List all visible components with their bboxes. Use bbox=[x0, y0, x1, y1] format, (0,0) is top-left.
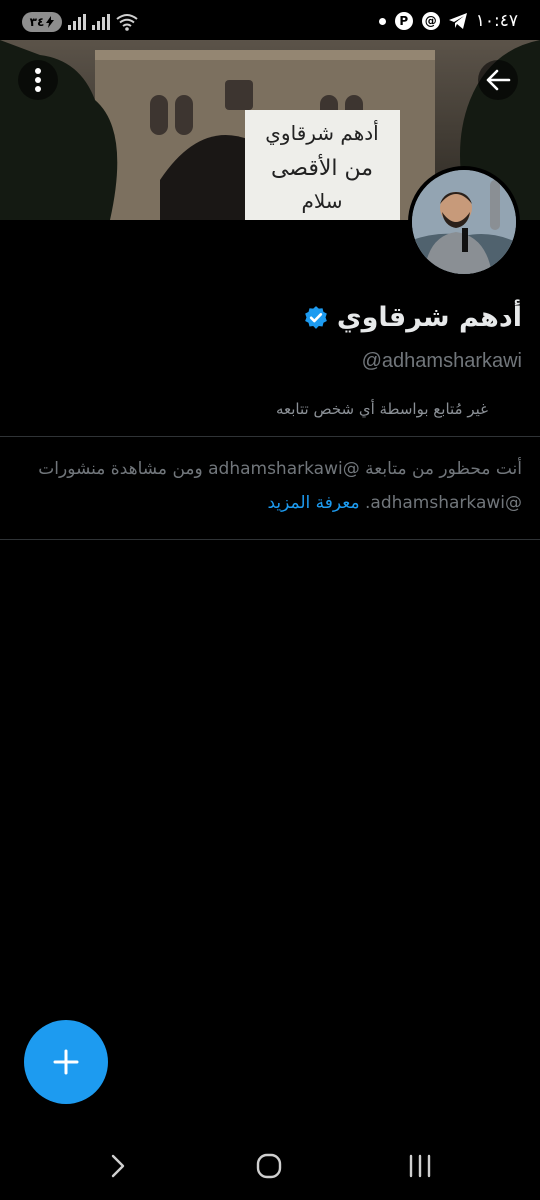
back-button[interactable] bbox=[478, 60, 518, 100]
nav-recents-button[interactable] bbox=[400, 1146, 440, 1186]
divider bbox=[0, 436, 540, 437]
battery-level: ٣٤ bbox=[29, 15, 45, 29]
blocked-notice: أنت محظور من متابعة @adhamsharkawi ومن م… bbox=[20, 452, 522, 520]
telegram-icon bbox=[448, 13, 467, 29]
learn-more-link[interactable]: معرفة المزيد bbox=[267, 493, 359, 513]
threads-icon: @ bbox=[421, 12, 440, 30]
notification-dot-icon bbox=[378, 17, 386, 25]
avatar-photo bbox=[412, 170, 516, 274]
system-nav-bar bbox=[0, 1130, 540, 1200]
signal-icon-2 bbox=[92, 14, 110, 30]
more-button[interactable] bbox=[18, 60, 58, 100]
battery-indicator: ٣٤ bbox=[22, 12, 62, 32]
profile-name: أدهم شرقاوي bbox=[336, 302, 522, 333]
profile-avatar[interactable] bbox=[408, 166, 520, 278]
compose-button[interactable] bbox=[24, 1020, 108, 1104]
clock: ١٠:٤٧ bbox=[475, 11, 518, 31]
pinterest-icon: P bbox=[394, 12, 413, 30]
status-bar: ٣٤ P @ ١٠:٤٧ bbox=[0, 0, 540, 44]
wifi-icon bbox=[116, 14, 138, 31]
avatar-image bbox=[412, 170, 516, 274]
follow-status: غير مُتابع بواسطة أي شخص تتابعه bbox=[275, 400, 488, 418]
recents-icon bbox=[409, 1154, 431, 1178]
nav-home-button[interactable] bbox=[249, 1146, 289, 1186]
arrow-left-icon bbox=[486, 69, 511, 91]
status-right: P @ ١٠:٤٧ bbox=[378, 11, 518, 31]
plus-icon bbox=[53, 1049, 79, 1075]
sign-line-2: من الأقصى bbox=[271, 154, 373, 181]
home-circle-icon bbox=[256, 1153, 282, 1179]
profile-handle: @adhamsharkawi bbox=[361, 350, 522, 372]
signal-icon bbox=[68, 14, 86, 30]
more-vertical-icon bbox=[35, 68, 41, 92]
profile-name-row: أدهم شرقاوي bbox=[303, 302, 522, 333]
status-left: ٣٤ bbox=[22, 12, 138, 32]
sign-line-1: أدهم شرقاوي bbox=[265, 120, 378, 146]
chevron-right-icon bbox=[111, 1154, 125, 1178]
sign-line-3: سلام bbox=[301, 189, 342, 213]
nav-back-button[interactable] bbox=[98, 1146, 138, 1186]
charging-icon bbox=[46, 16, 55, 28]
verified-badge-icon[interactable] bbox=[303, 305, 329, 331]
divider-2 bbox=[0, 539, 540, 540]
